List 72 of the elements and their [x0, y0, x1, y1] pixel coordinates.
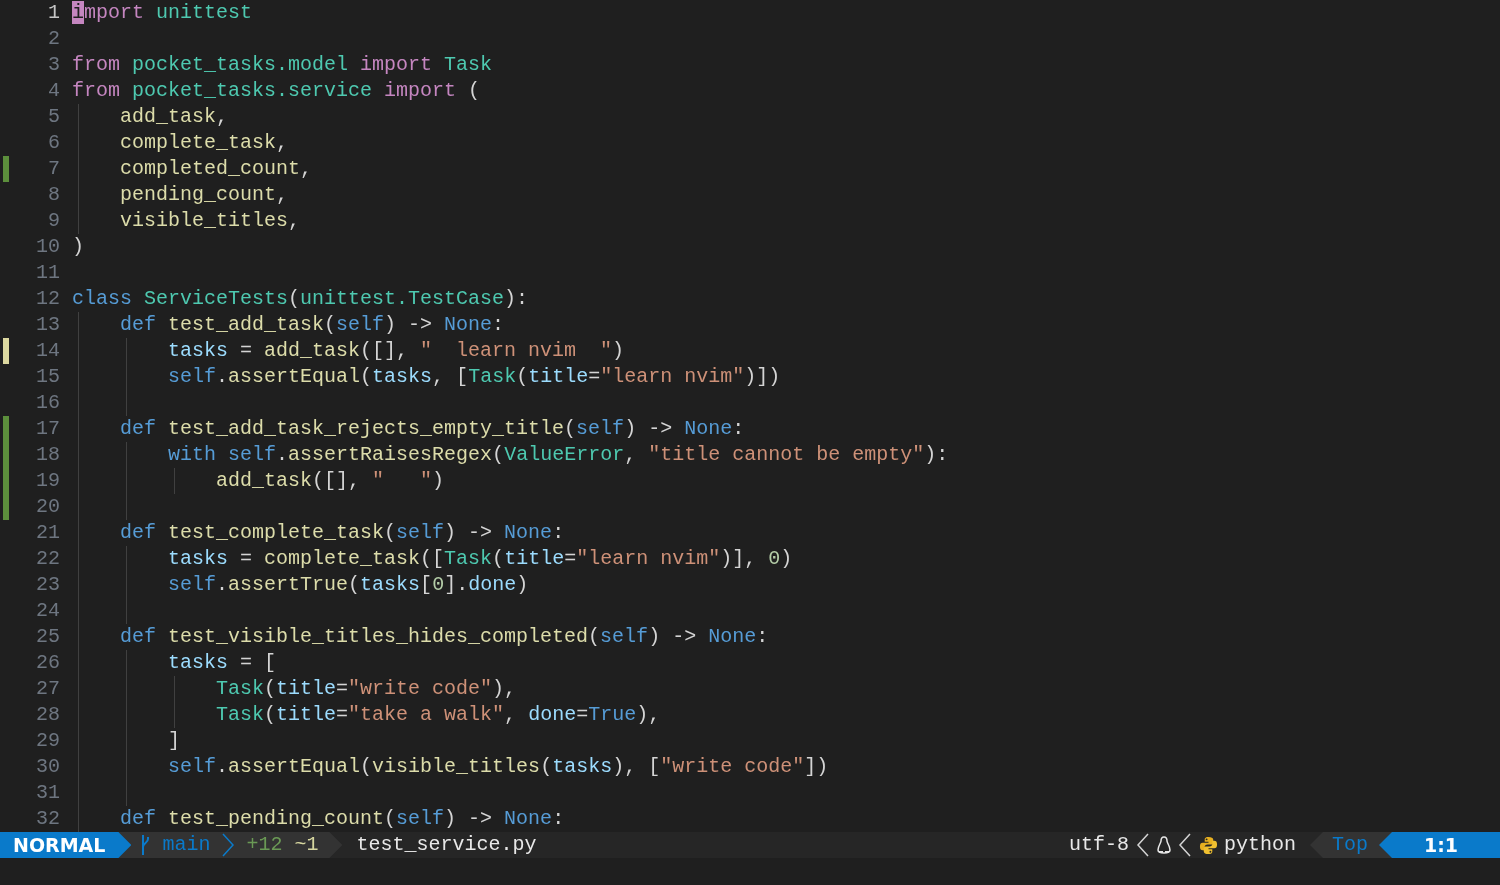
line-number: 9	[48, 208, 60, 234]
line-number: 25	[36, 624, 60, 650]
line-number: 31	[36, 780, 60, 806]
code-line: complete_task,	[119, 130, 289, 156]
line-number: 32	[36, 806, 60, 832]
line-number: 14	[36, 338, 60, 364]
line-number: 6	[48, 130, 60, 156]
code-line: tasks = add_task([], " learn nvim ")	[167, 338, 625, 364]
line-number: 8	[48, 182, 60, 208]
git-branch-icon	[140, 834, 151, 856]
line-number: 4	[48, 78, 60, 104]
line-number: 12	[36, 286, 60, 312]
mode-indicator: NORMAL	[0, 832, 132, 858]
code-line: pending_count,	[119, 182, 289, 208]
cursor-position: 1:1	[1379, 832, 1500, 858]
code-line: completed_count,	[119, 156, 313, 182]
line-number: 16	[36, 390, 60, 416]
line-number: 13	[36, 312, 60, 338]
line-number: 28	[36, 702, 60, 728]
line-number: 18	[36, 442, 60, 468]
line-number: 1	[48, 0, 60, 26]
code-line: def test_visible_titles_hides_completed(self) -> None:	[119, 624, 769, 650]
code-line: self.assertEqual(visible_titles(tasks), ["write code"])	[167, 754, 829, 780]
python-icon	[1198, 835, 1218, 855]
line-number: 19	[36, 468, 60, 494]
line-number: 17	[36, 416, 60, 442]
chevron-icon	[222, 832, 235, 858]
code-line: Task(title="take a walk", done=True),	[215, 702, 661, 728]
file-name: test_service.py	[356, 832, 537, 858]
code-line: Task(title="write code"),	[215, 676, 517, 702]
code-line: def test_add_task_rejects_empty_title(self) -> None:	[119, 416, 745, 442]
line-number: 3	[48, 52, 60, 78]
code-line: add_task,	[119, 104, 229, 130]
code-line: visible_titles,	[119, 208, 301, 234]
line-number: 5	[48, 104, 60, 130]
code-line: tasks = [	[167, 650, 277, 676]
line-number: 21	[36, 520, 60, 546]
code-line: from pocket_tasks.model import Task	[72, 52, 493, 78]
code-line: )	[72, 234, 84, 260]
line-number: 2	[48, 26, 60, 52]
line-number: 24	[36, 598, 60, 624]
code-line: self.assertTrue(tasks[0].done)	[167, 572, 529, 598]
line-number: 26	[36, 650, 60, 676]
branch-name: main	[162, 832, 211, 858]
line-number: 15	[36, 364, 60, 390]
line-number: 30	[36, 754, 60, 780]
code-line: with self.assertRaisesRegex(ValueError, "title cannot be empty"):	[167, 442, 949, 468]
line-number: 27	[36, 676, 60, 702]
line-number: 7	[48, 156, 60, 182]
code-line: tasks = complete_task([Task(title="learn nvim")], 0)	[167, 546, 793, 572]
line-number: 29	[36, 728, 60, 754]
chevron-icon	[1177, 832, 1192, 858]
code-line: add_task([], " ")	[215, 468, 445, 494]
code-line: ]	[167, 728, 181, 754]
code-line: def test_add_task(self) -> None:	[119, 312, 505, 338]
code-line: from pocket_tasks.service import (	[72, 78, 481, 104]
penguin-icon	[1156, 836, 1171, 854]
line-number: 23	[36, 572, 60, 598]
diff-added-count: +12	[246, 832, 283, 858]
code-line: self.assertEqual(tasks, [Task(title="learn nvim")])	[167, 364, 781, 390]
code-line: def test_pending_count(self) -> None:	[119, 806, 565, 832]
code-line: import unittest	[72, 0, 253, 26]
code-line: class ServiceTests(unittest.TestCase):	[72, 286, 529, 312]
line-number: 10	[36, 234, 60, 260]
diff-changed-count: ~1	[294, 832, 319, 858]
line-number: 22	[36, 546, 60, 572]
file-type: python	[1223, 832, 1296, 858]
file-encoding: utf-8	[1068, 832, 1129, 858]
line-number: 11	[36, 260, 60, 286]
line-number: 20	[36, 494, 60, 520]
code-line: def test_complete_task(self) -> None:	[119, 520, 565, 546]
chevron-icon	[1135, 832, 1150, 858]
